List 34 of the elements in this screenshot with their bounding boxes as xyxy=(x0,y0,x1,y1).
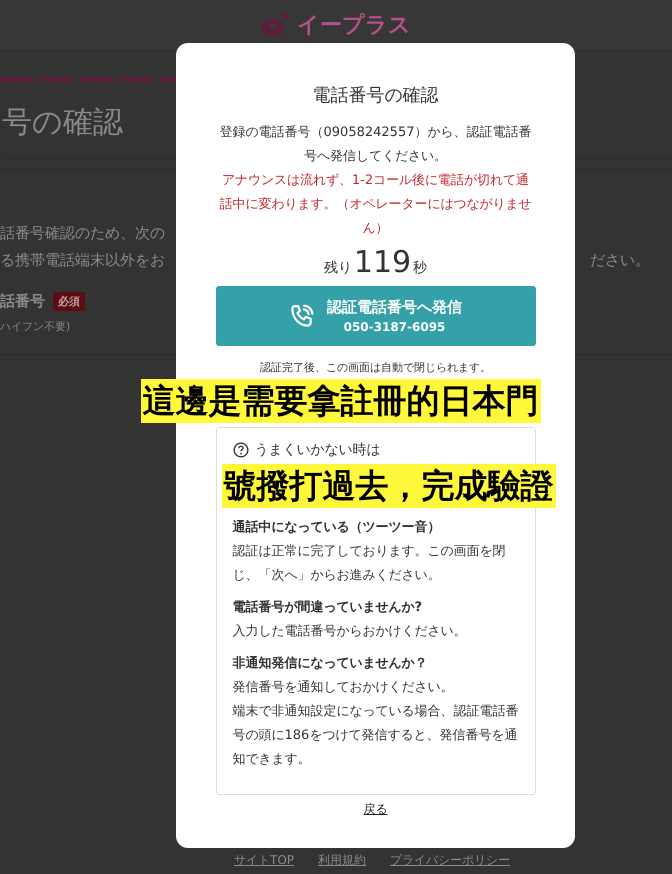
required-badge: 必須 xyxy=(53,292,85,311)
logo-icon xyxy=(261,12,291,38)
progress-step xyxy=(80,77,114,82)
countdown-value: 119 xyxy=(354,245,412,280)
progress-step xyxy=(120,77,154,82)
logo-text: イープラス xyxy=(297,12,411,40)
back-link[interactable]: 戻る xyxy=(364,801,388,818)
footer-link[interactable]: プライバシーポリシー xyxy=(390,852,510,869)
help-title: うまくいかない時は xyxy=(254,441,380,460)
help-text: 認証は正常に完了しております。この画面を閉じ、「次へ」からお進みください。 xyxy=(232,543,506,585)
intro-text: 話番号確認のため、次の xyxy=(0,223,165,244)
field-label: 話番号 xyxy=(0,292,45,311)
progress-step xyxy=(0,77,34,82)
caption-text: 號撥打過去，完成驗證 xyxy=(222,464,556,508)
intro-text: ださい。 xyxy=(590,250,650,271)
help-heading: 非通知発信になっていませんか？ xyxy=(232,655,428,673)
countdown-label: 残り xyxy=(324,259,352,277)
call-button[interactable]: 認証電話番号へ発信 050-3187-6095 xyxy=(216,286,536,346)
help-icon xyxy=(232,442,248,458)
countdown-unit: 秒 xyxy=(413,259,428,277)
help-heading: 電話番号が間違っていませんか? xyxy=(232,599,424,617)
footer-link[interactable]: サイトTOP xyxy=(234,852,294,869)
field-hint: ハイフン不要) xyxy=(0,319,70,334)
auto-close-note: 認証完了後、この画面は自動で閉じられます。 xyxy=(260,360,491,375)
help-heading: 通話中になっている（ツーツー音） xyxy=(232,518,442,537)
caption-text: 這邊是需要拿註冊的日本門 xyxy=(140,379,540,423)
help-text: 入力した電話番号からおかけください。 xyxy=(232,623,468,641)
intro-text: る携帯電話端末以外をお xyxy=(0,250,165,271)
phone-icon xyxy=(289,303,315,329)
help-text: 端末で非通知設定になっている場合、認証電話番号の頭に186をつけて発信すると、発信番号を通知できます。 xyxy=(232,703,518,769)
footer-link[interactable]: 利用規約 xyxy=(318,852,366,869)
help-text: 発信番号を通知しておかけください。 xyxy=(232,679,454,697)
warning-text: アナウンスは流れず、1-2コール後に電話が切れて通話中に変わります。（オペレーターにはつながりません） xyxy=(218,172,532,238)
progress-step xyxy=(40,77,74,82)
